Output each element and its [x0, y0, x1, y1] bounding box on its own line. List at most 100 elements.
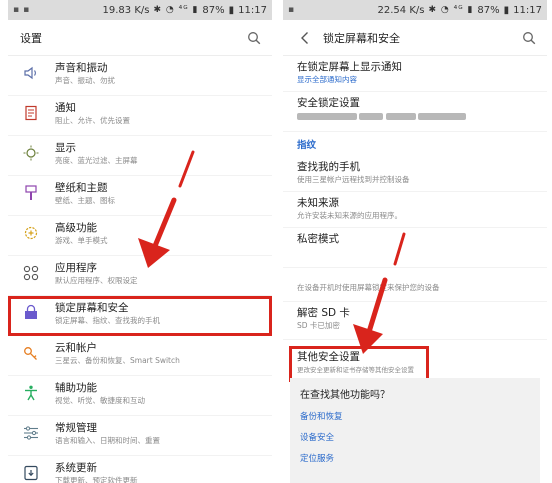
status-notification-icons: ▪ ▪ [13, 5, 49, 15]
settings-item-title: 高级功能 [55, 222, 97, 234]
looking-for-other-features-box: 在查找其他功能吗？ 备份和恢复 设备安全 定位服务 [290, 378, 540, 483]
signal-icons: ✱ ◔ ⁴ᴳ ▮ [153, 5, 199, 15]
security-item-find-my-mobile[interactable]: 查找我的手机 使用三星帐户远程找到并控制设备 [283, 156, 547, 192]
apps-grid-icon [21, 263, 41, 283]
settings-item-lock-screen-security[interactable]: 锁定屏幕和安全 锁定屏幕、指纹、查找我的手机 [8, 296, 272, 336]
settings-item-general-management[interactable]: 常规管理 语言和输入、日期和时间、重置 [8, 416, 272, 456]
battery-icon: ▮ [503, 4, 510, 16]
notification-dot-icon: ▪ [288, 5, 295, 15]
app-bar: 锁定屏幕和安全 [283, 20, 547, 56]
status-time: 11:17 [238, 4, 267, 16]
security-item-title: 解密 SD 卡 [297, 307, 350, 319]
settings-item-title: 系统更新 [55, 462, 97, 474]
settings-item-wallpaper[interactable]: 壁纸和主题 壁纸、主题、图标 [8, 176, 272, 216]
security-item-subtitle: 显示全部通知内容 [297, 75, 357, 84]
status-bar: ▪ 22.54 K/s ✱ ◔ ⁴ᴳ ▮ 87% ▮ 11:17 [283, 0, 547, 20]
section-header-fingerprint: 指纹 [297, 140, 317, 151]
lock-screen-icon [21, 303, 41, 323]
brush-icon [21, 183, 41, 203]
security-item-title: 私密模式 [297, 233, 339, 245]
settings-item-subtitle: 下载更新、预定软件更新 [55, 476, 138, 483]
settings-item-display[interactable]: 显示 亮度、蓝光过滤、主屏幕 [8, 136, 272, 176]
security-item-subtitle: SD 卡已加密 [297, 321, 340, 330]
battery-level: 87% [477, 4, 500, 16]
settings-item-advanced-features[interactable]: 高级功能 游戏、单手模式 [8, 216, 272, 256]
settings-item-notifications[interactable]: 通知 阻止、允许、优先设置 [8, 96, 272, 136]
security-item-title: 其他安全设置 [297, 351, 360, 363]
suggest-link-location-service[interactable]: 定位服务 [300, 452, 530, 464]
gear-plus-icon [21, 223, 41, 243]
settings-item-title: 壁纸和主题 [55, 182, 108, 194]
settings-item-title: 通知 [55, 102, 76, 114]
notification-dot-icon: ▪ [13, 5, 20, 15]
security-item-decrypt-sd-card[interactable]: 解密 SD 卡 SD 卡已加密 [283, 302, 547, 340]
system-update-icon [21, 463, 41, 483]
security-item-secure-lock-settings[interactable]: 安全锁定设置 [283, 92, 547, 132]
left-phone-screen: ▪ ▪ 19.83 K/s ✱ ◔ ⁴ᴳ ▮ 87% ▮ 11:17 设置 声音… [8, 0, 272, 483]
status-time: 11:17 [513, 4, 542, 16]
settings-item-subtitle: 三星云、备份和恢复、Smart Switch [55, 356, 180, 365]
security-item-title: 安全锁定设置 [297, 97, 360, 109]
search-icon[interactable] [244, 28, 264, 48]
network-speed: 19.83 K/s [102, 4, 150, 16]
security-item-subtitle: 更改安全更新和证书存储等其他安全设置 [297, 366, 414, 374]
app-bar: 设置 [8, 20, 272, 56]
back-arrow-icon[interactable] [295, 28, 315, 48]
settings-item-subtitle: 视觉、听觉、敏捷度和互动 [55, 396, 145, 405]
page-title: 设置 [20, 31, 42, 45]
speaker-icon [21, 63, 41, 83]
settings-item-cloud-accounts[interactable]: 云和帐户 三星云、备份和恢复、Smart Switch [8, 336, 272, 376]
security-item-secure-startup[interactable]: 在设备开机时使用屏幕锁定来保护您的设备 [283, 268, 547, 302]
suggest-question: 在查找其他功能吗？ [300, 390, 390, 401]
settings-item-subtitle: 亮度、蓝光过滤、主屏幕 [55, 156, 138, 165]
security-settings-list: 在锁定屏幕上显示通知 显示全部通知内容 安全锁定设置 指纹 查找我的手机 使用三… [283, 56, 547, 382]
search-icon[interactable] [519, 28, 539, 48]
status-bar: ▪ ▪ 19.83 K/s ✱ ◔ ⁴ᴳ ▮ 87% ▮ 11:17 [8, 0, 272, 20]
battery-level: 87% [202, 4, 225, 16]
settings-item-title: 应用程序 [55, 262, 97, 274]
settings-item-title: 显示 [55, 142, 76, 154]
settings-item-subtitle: 壁纸、主题、图标 [55, 196, 115, 205]
settings-item-subtitle: 语言和输入、日期和时间、重置 [55, 436, 160, 445]
battery-icon: ▮ [228, 4, 235, 16]
security-item-subtitle: 使用三星帐户远程找到并控制设备 [297, 175, 410, 184]
security-item-title: 在锁定屏幕上显示通知 [297, 61, 402, 73]
settings-item-subtitle: 声音、振动、勿扰 [55, 76, 115, 85]
security-item-subtitle-obscured [297, 110, 535, 122]
sliders-icon [21, 423, 41, 443]
notification-icon [21, 103, 41, 123]
page-title: 锁定屏幕和安全 [323, 31, 400, 45]
settings-item-system-update[interactable]: 系统更新 下载更新、预定软件更新 [8, 456, 272, 483]
network-speed: 22.54 K/s [377, 4, 425, 16]
settings-item-subtitle: 游戏、单手模式 [55, 236, 108, 245]
security-item-unknown-sources[interactable]: 未知来源 允许安装未知来源的应用程序。 [283, 192, 547, 228]
notification-dot-icon: ▪ [23, 5, 30, 15]
settings-item-subtitle: 锁定屏幕、指纹、查找我的手机 [55, 316, 160, 325]
settings-item-title: 声音和振动 [55, 62, 108, 74]
suggest-link-backup-restore[interactable]: 备份和恢复 [300, 410, 530, 422]
settings-item-subtitle: 默认应用程序、权限设定 [55, 276, 138, 285]
security-item-title: 未知来源 [297, 197, 339, 209]
security-item-other-security-settings[interactable]: 其他安全设置 更改安全更新和证书存储等其他安全设置 [289, 346, 429, 382]
accessibility-icon [21, 383, 41, 403]
security-item-private-mode[interactable]: 私密模式 [283, 228, 547, 268]
settings-item-title: 云和帐户 [55, 342, 97, 354]
settings-item-subtitle: 阻止、允许、优先设置 [55, 116, 130, 125]
security-item-subtitle: 在设备开机时使用屏幕锁定来保护您的设备 [297, 283, 440, 292]
status-notification-icons: ▪ [288, 5, 324, 15]
suggest-link-device-security[interactable]: 设备安全 [300, 431, 530, 443]
right-phone-screen: ▪ 22.54 K/s ✱ ◔ ⁴ᴳ ▮ 87% ▮ 11:17 锁定屏幕和安全… [283, 0, 547, 483]
security-item-subtitle: 允许安装未知来源的应用程序。 [297, 211, 402, 220]
security-item-title: 查找我的手机 [297, 161, 360, 173]
key-icon [21, 343, 41, 363]
settings-item-apps[interactable]: 应用程序 默认应用程序、权限设定 [8, 256, 272, 296]
settings-item-sound[interactable]: 声音和振动 声音、振动、勿扰 [8, 56, 272, 96]
security-item-lockscreen-notifications[interactable]: 在锁定屏幕上显示通知 显示全部通知内容 [283, 56, 547, 92]
settings-item-title: 常规管理 [55, 422, 97, 434]
settings-item-title: 锁定屏幕和安全 [55, 302, 129, 314]
settings-list: 声音和振动 声音、振动、勿扰 通知 阻止、允许、优先设置 显示 亮度、蓝光过滤、… [8, 56, 272, 483]
signal-icons: ✱ ◔ ⁴ᴳ ▮ [428, 5, 474, 15]
settings-item-title: 辅助功能 [55, 382, 97, 394]
display-icon [21, 143, 41, 163]
settings-item-accessibility[interactable]: 辅助功能 视觉、听觉、敏捷度和互动 [8, 376, 272, 416]
